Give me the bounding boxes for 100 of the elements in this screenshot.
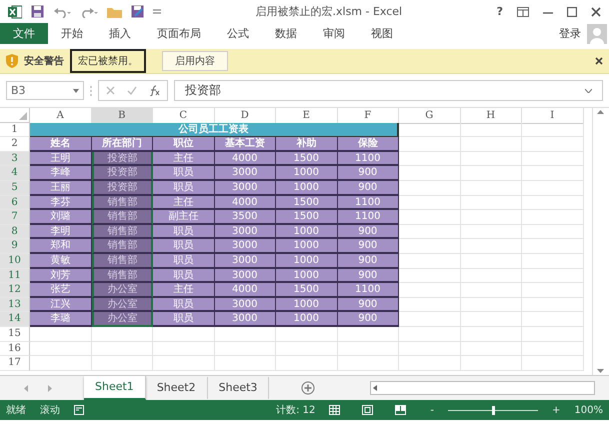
- ribbon-tab[interactable]: 公式: [214, 26, 262, 41]
- ribbon-tab[interactable]: 数据: [262, 26, 310, 41]
- table-cell: 1500: [276, 152, 338, 166]
- empty-cell: [214, 356, 276, 371]
- header-cell: 保险: [338, 137, 399, 152]
- ribbon-tab[interactable]: 审阅: [310, 26, 358, 41]
- customize-icon[interactable]: [153, 8, 161, 16]
- empty-cell: [338, 326, 399, 342]
- column-header[interactable]: F: [338, 108, 399, 124]
- maximize-icon[interactable]: [567, 6, 577, 16]
- redo-icon[interactable]: [80, 6, 98, 18]
- table-cell: 3000: [214, 180, 276, 196]
- empty-cell: [522, 152, 584, 166]
- scroll-left-icon[interactable]: [373, 385, 377, 391]
- add-sheet-icon[interactable]: [301, 381, 316, 395]
- save-as-icon[interactable]: [131, 5, 144, 18]
- empty-cell: [214, 326, 276, 342]
- zoom-out-button[interactable]: -: [430, 404, 434, 416]
- header-cell: 补助: [276, 137, 338, 152]
- table-cell: 900: [338, 312, 399, 327]
- empty-cell: [522, 137, 584, 152]
- dropdown-icon[interactable]: [73, 88, 79, 92]
- ribbon-tab[interactable]: 插入: [96, 26, 144, 41]
- close-icon[interactable]: [595, 57, 603, 65]
- sheet-tab[interactable]: Sheet3: [208, 377, 270, 399]
- row-header[interactable]: 8: [0, 224, 30, 240]
- ribbon-display-icon[interactable]: [517, 6, 529, 16]
- zoom-in-button[interactable]: +: [552, 404, 560, 416]
- normal-view-icon[interactable]: [329, 405, 340, 415]
- column-header[interactable]: H: [460, 108, 522, 124]
- zoom-level[interactable]: 100%: [574, 404, 603, 416]
- page-layout-icon[interactable]: [362, 405, 374, 415]
- excel-logo-icon[interactable]: [8, 4, 22, 18]
- table-cell: 办公室: [92, 298, 153, 312]
- row-header[interactable]: 3: [0, 152, 30, 166]
- insert-function-icon[interactable]: [149, 85, 160, 96]
- column-header[interactable]: G: [399, 108, 460, 124]
- empty-cell: [522, 180, 584, 196]
- file-tab[interactable]: 文件: [0, 23, 48, 44]
- header-cell: 职位: [153, 137, 214, 152]
- table-cell: 王明: [30, 152, 92, 166]
- scroll-down-icon[interactable]: [597, 369, 604, 373]
- table-cell: 王丽: [30, 180, 92, 196]
- row-header[interactable]: 10: [0, 254, 30, 269]
- empty-cell: [92, 342, 153, 356]
- empty-cell: [276, 326, 338, 342]
- row-header[interactable]: 16: [0, 342, 30, 356]
- table-cell: 李璐: [30, 312, 92, 327]
- ribbon-tab[interactable]: 开始: [48, 26, 96, 41]
- empty-cell: [153, 326, 214, 342]
- row-header[interactable]: 6: [0, 196, 30, 210]
- macro-record-icon[interactable]: [74, 405, 84, 415]
- row-header[interactable]: 5: [0, 180, 30, 196]
- table-cell: 1500: [276, 196, 338, 210]
- help-button[interactable]: ?: [496, 5, 503, 18]
- name-box[interactable]: B3: [6, 81, 84, 100]
- close-icon[interactable]: [591, 6, 601, 16]
- table-cell: 销售部: [92, 254, 153, 269]
- table-cell: 3000: [214, 268, 276, 284]
- page-break-icon[interactable]: [395, 405, 406, 415]
- row-header[interactable]: 12: [0, 283, 30, 298]
- table-cell: 销售部: [92, 196, 153, 210]
- row-header[interactable]: 11: [0, 268, 30, 284]
- empty-cell: [460, 239, 522, 254]
- table-cell: 职员: [153, 166, 214, 181]
- empty-cell: [276, 356, 338, 371]
- row-header[interactable]: 17: [0, 356, 30, 371]
- empty-cell: [522, 196, 584, 210]
- expand-icon[interactable]: [585, 88, 592, 92]
- sign-in-link[interactable]: 登录: [559, 26, 581, 41]
- undo-icon[interactable]: [53, 6, 71, 18]
- ribbon-tab[interactable]: 页面布局: [144, 26, 214, 41]
- enter-check-icon[interactable]: [127, 86, 137, 95]
- save-icon[interactable]: [31, 5, 44, 18]
- row-header[interactable]: 15: [0, 326, 30, 342]
- column-header[interactable]: D: [214, 108, 276, 124]
- formula-input[interactable]: 投资部: [174, 80, 603, 101]
- enable-content-button[interactable]: 启用内容: [162, 51, 228, 71]
- horizontal-scrollbar[interactable]: [370, 381, 595, 395]
- count-status: 计数: 12: [276, 404, 316, 417]
- table-cell: 主任: [153, 283, 214, 298]
- row-header[interactable]: 7: [0, 210, 30, 225]
- scroll-up-icon[interactable]: [597, 110, 604, 114]
- row-header[interactable]: 14: [0, 312, 30, 327]
- table-cell: 主任: [153, 152, 214, 166]
- zoom-thumb[interactable]: [492, 406, 495, 414]
- table-cell: 投资部: [92, 180, 153, 196]
- warning-shield-icon: [6, 54, 18, 68]
- sheet-tab[interactable]: Sheet2: [146, 377, 208, 399]
- table-cell: 1000: [276, 166, 338, 181]
- empty-cell: [460, 254, 522, 269]
- table-cell: 1100: [338, 152, 399, 166]
- table-cell: 江兴: [30, 298, 92, 312]
- column-header[interactable]: I: [522, 108, 584, 124]
- empty-cell: [399, 326, 460, 342]
- row-header[interactable]: 4: [0, 166, 30, 181]
- ribbon-tab[interactable]: 视图: [358, 26, 406, 41]
- row-header[interactable]: 13: [0, 298, 30, 312]
- row-header[interactable]: 9: [0, 239, 30, 254]
- sheet-tab[interactable]: Sheet1: [84, 376, 146, 400]
